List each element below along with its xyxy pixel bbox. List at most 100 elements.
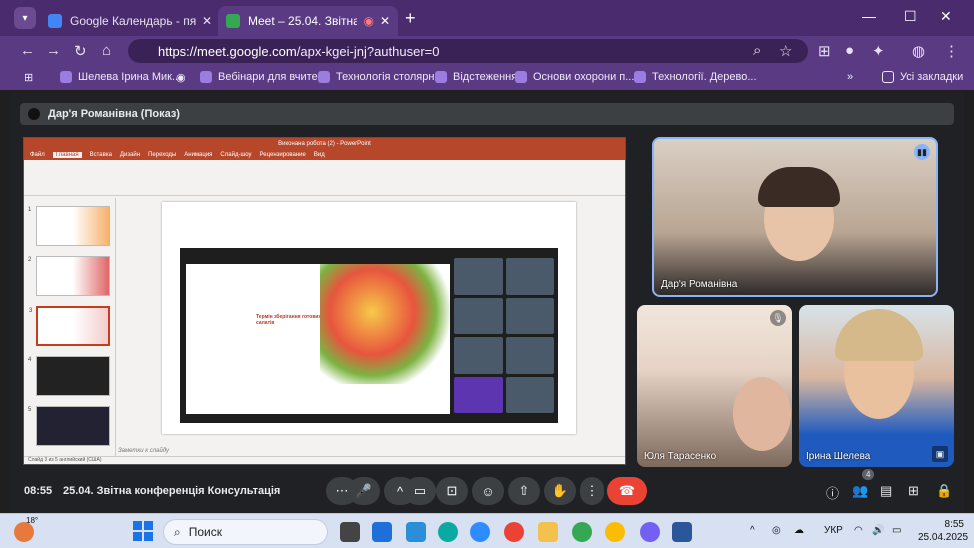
present-button[interactable]: ⇧ bbox=[508, 477, 540, 505]
maximize-button[interactable]: ☐ bbox=[904, 8, 917, 25]
volume-icon[interactable]: 🔊 bbox=[872, 525, 884, 536]
taskbar: 18° ⌕ Поиск ^ ◎ ☁ УКР ◠ 🔊 ▭ 8:55 25.04.20… bbox=[0, 513, 974, 548]
wifi-icon[interactable]: ◠ bbox=[854, 525, 863, 536]
tab-title: Google Календарь - пятница, 2 bbox=[70, 14, 196, 28]
close-icon[interactable]: ✕ bbox=[202, 14, 212, 28]
start-button[interactable] bbox=[133, 521, 153, 541]
back-icon[interactable]: ← bbox=[20, 42, 35, 59]
clock-date: 25.04.2025 bbox=[918, 532, 969, 543]
slide-thumb: 3 bbox=[29, 306, 110, 346]
task-view-icon[interactable] bbox=[340, 522, 360, 542]
bookmark-icon bbox=[634, 71, 646, 83]
reload-icon[interactable]: ↻ bbox=[74, 42, 87, 60]
close-window-button[interactable]: ✕ bbox=[940, 8, 952, 25]
slide-thumb: 4 bbox=[28, 356, 110, 396]
participant-name: Ірина Шелева bbox=[806, 451, 871, 462]
bookmarks-bar: ⊞ Шелева Ірина Мик... ◉ Вебінари для вчи… bbox=[0, 66, 974, 90]
taskbar-search[interactable]: ⌕ Поиск bbox=[163, 519, 328, 545]
shared-screen: Виконана робота (2) - PowerPoint Файл Гл… bbox=[23, 137, 626, 465]
folder-icon bbox=[882, 71, 894, 83]
participant-name: Дар'я Романівна bbox=[661, 279, 738, 290]
home-icon[interactable]: ⌂ bbox=[102, 42, 111, 59]
viber-tray-icon[interactable]: ◎ bbox=[772, 525, 781, 536]
ppt-status: Слайд 3 из 5 английский (США) bbox=[24, 456, 625, 464]
raise-hand-button[interactable]: ✋ bbox=[544, 477, 576, 505]
activities-icon[interactable]: ⊞ bbox=[908, 483, 919, 499]
bookmark-item[interactable]: Технологія столярн... bbox=[318, 71, 444, 83]
chrome-icon[interactable] bbox=[572, 522, 592, 542]
menu-icon[interactable]: ⋮ bbox=[944, 42, 959, 60]
forward-icon[interactable]: → bbox=[46, 42, 61, 59]
edge-icon[interactable] bbox=[438, 522, 458, 542]
mail-icon[interactable] bbox=[406, 522, 426, 542]
extension-icon[interactable]: ● bbox=[845, 42, 854, 59]
new-tab-button[interactable]: + bbox=[405, 8, 416, 29]
tab-meet[interactable]: Meet – 25.04. Звітна конфе ◉ ✕ bbox=[218, 6, 398, 36]
address-bar[interactable]: https://meet.google.com/apx-kgei-jnj?aut… bbox=[128, 39, 808, 63]
zoom-app-icon[interactable] bbox=[470, 522, 490, 542]
all-bookmarks[interactable]: Усі закладки bbox=[882, 71, 963, 83]
calendar-icon bbox=[48, 14, 62, 28]
bookmark-icon bbox=[515, 71, 527, 83]
participant-tile[interactable]: ▮▮ Дар'я Романівна bbox=[652, 137, 938, 297]
translate-icon[interactable]: ⊞ bbox=[818, 42, 831, 60]
close-icon[interactable]: ✕ bbox=[380, 14, 390, 28]
participant-video bbox=[733, 377, 791, 451]
captions-button[interactable]: ⊡ bbox=[436, 477, 468, 505]
apps-icon[interactable]: ⊞ bbox=[24, 71, 33, 84]
language-indicator[interactable]: УКР bbox=[824, 525, 843, 536]
camera-button[interactable]: ▭ bbox=[404, 477, 436, 505]
people-icon[interactable]: 👥 bbox=[852, 483, 868, 499]
hair bbox=[758, 167, 840, 207]
participant-tile[interactable]: 🎙 Юля Тарасенко bbox=[637, 305, 792, 467]
tray-chevron-icon[interactable]: ^ bbox=[750, 525, 755, 536]
chrome-profile-icon[interactable] bbox=[605, 522, 625, 542]
tab-search-button[interactable]: ▾ bbox=[14, 7, 36, 29]
viber-icon[interactable] bbox=[640, 522, 660, 542]
meet-stage: Дар'я Романівна (Показ) Виконана робота … bbox=[10, 93, 964, 513]
system-clock[interactable]: 8:55 25.04.2025 bbox=[918, 518, 969, 544]
mic-button[interactable]: 🎤 bbox=[348, 477, 380, 505]
store-icon[interactable] bbox=[372, 522, 392, 542]
bookmark-star-icon[interactable]: ☆ bbox=[779, 42, 792, 60]
zoom-icon[interactable]: ⌕ bbox=[753, 42, 761, 59]
battery-icon[interactable]: ▭ bbox=[892, 525, 901, 536]
emoji-button[interactable]: ☺ bbox=[472, 477, 504, 505]
bookmark-item[interactable]: Основи охорони п... bbox=[515, 71, 634, 83]
fruit-image bbox=[320, 264, 450, 384]
more-bookmarks-icon[interactable]: » bbox=[847, 71, 853, 83]
slide-thumb: 1 bbox=[28, 206, 110, 246]
globe-icon[interactable]: ◉ bbox=[176, 71, 186, 84]
tab-calendar[interactable]: Google Календарь - пятница, 2 ✕ bbox=[40, 6, 220, 36]
more-actions-button[interactable]: ⋮ bbox=[580, 477, 604, 505]
hair bbox=[835, 309, 923, 361]
file-explorer-icon[interactable] bbox=[538, 522, 558, 542]
chat-icon[interactable]: ▤ bbox=[880, 483, 892, 499]
search-icon: ⌕ bbox=[174, 524, 181, 539]
host-controls-icon[interactable]: 🔒 bbox=[936, 483, 952, 499]
bookmark-item[interactable]: Відстеження bbox=[435, 71, 517, 83]
slide-canvas: Термін зберігання готових салатів bbox=[162, 202, 576, 434]
participant-tile[interactable]: Ірина Шелева ▣ bbox=[799, 305, 954, 467]
word-icon[interactable] bbox=[672, 522, 692, 542]
slide-thumb: 5 bbox=[28, 406, 110, 446]
ppt-tab: Анимация bbox=[184, 152, 213, 158]
speaking-icon: ▮▮ bbox=[914, 144, 930, 160]
ppt-ribbon bbox=[24, 160, 625, 196]
chrome-icon[interactable] bbox=[504, 522, 524, 542]
info-icon[interactable]: ⓘ bbox=[826, 483, 839, 502]
minimize-button[interactable]: — bbox=[862, 8, 876, 24]
bookmark-icon bbox=[435, 71, 447, 83]
bookmark-item[interactable]: Вебінари для вчите... bbox=[200, 71, 327, 83]
pin-icon[interactable]: ▣ bbox=[932, 446, 948, 462]
nested-participant-grid bbox=[454, 258, 554, 413]
bookmark-item[interactable]: Технології. Дерево... bbox=[634, 71, 757, 83]
bookmark-item[interactable]: Шелева Ірина Мик... bbox=[60, 71, 181, 83]
leave-call-button[interactable]: ☎ bbox=[607, 477, 647, 505]
profile-avatar[interactable]: ◍ bbox=[912, 42, 925, 60]
weather-widget[interactable]: 18° bbox=[14, 516, 38, 542]
ppt-tab: Вставка bbox=[89, 152, 112, 158]
onedrive-icon[interactable]: ☁ bbox=[794, 525, 804, 536]
tab-title: Meet – 25.04. Звітна конфе bbox=[248, 14, 358, 28]
puzzle-icon[interactable]: ✦ bbox=[872, 42, 885, 60]
